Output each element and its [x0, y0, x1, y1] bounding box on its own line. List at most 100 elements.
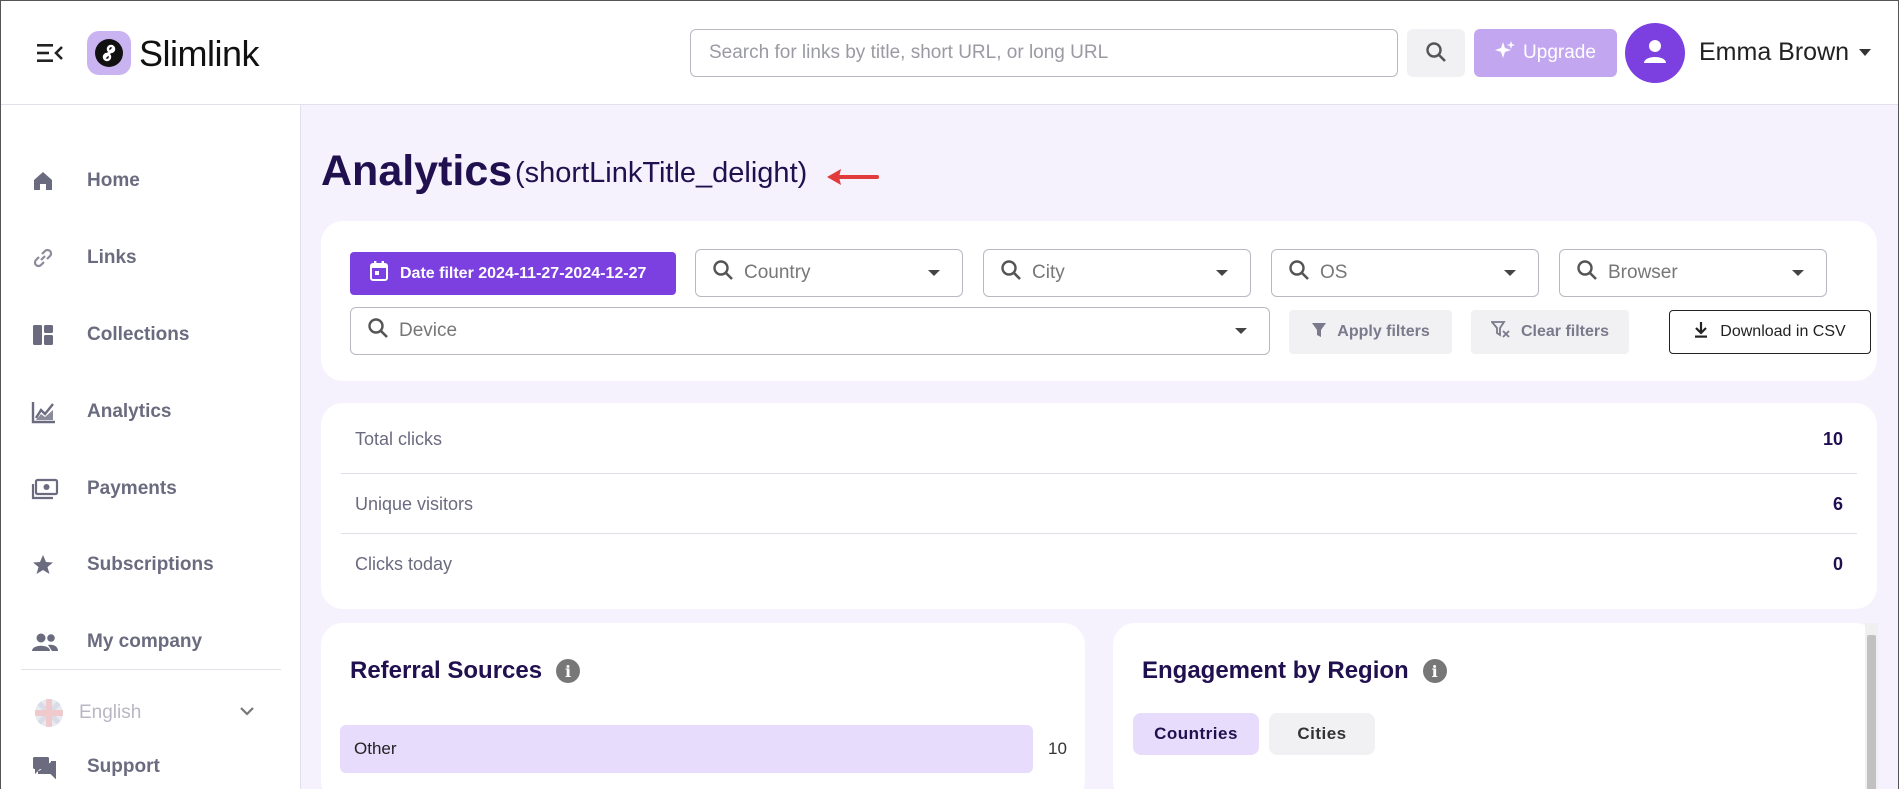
user-menu-caret-icon[interactable]	[1859, 49, 1871, 56]
search-icon	[367, 317, 389, 345]
referral-row-label: Other	[354, 739, 397, 758]
device-select[interactable]: Device	[350, 307, 1270, 355]
date-filter-button[interactable]: Date filter 2024-11-27-2024-12-27	[350, 252, 676, 295]
sidebar: Home Links Collections Analytics Payment…	[1, 105, 301, 789]
download-csv-button[interactable]: Download in CSV	[1669, 310, 1871, 354]
search-icon	[712, 259, 734, 287]
date-filter-label: Date filter 2024-11-27-2024-12-27	[400, 264, 647, 282]
referral-row-count: 10	[1048, 739, 1067, 758]
scrollbar[interactable]	[1865, 623, 1878, 789]
country-select[interactable]: Country	[695, 249, 963, 297]
sidebar-item-links[interactable]: Links	[31, 238, 281, 278]
stat-row-clicks-today: Clicks today 0	[341, 534, 1857, 594]
analytics-icon	[31, 398, 69, 426]
calendar-icon	[370, 261, 388, 286]
download-icon	[1694, 321, 1708, 343]
stat-name: Clicks today	[355, 553, 453, 574]
sparkle-icon	[1495, 40, 1516, 66]
city-select[interactable]: City	[983, 249, 1251, 297]
sidebar-item-label: Subscriptions	[87, 554, 214, 575]
people-icon	[31, 628, 69, 656]
sidebar-item-home[interactable]: Home	[31, 161, 281, 201]
sidebar-item-label: Analytics	[87, 401, 172, 422]
scrollbar-thumb[interactable]	[1867, 635, 1876, 789]
browser-select-label: Browser	[1608, 262, 1678, 283]
referral-row-bar: Other	[340, 725, 1033, 773]
search-icon	[1000, 259, 1022, 287]
caret-down-icon	[1504, 270, 1516, 276]
browser-select[interactable]: Browser	[1559, 249, 1827, 297]
star-icon	[31, 551, 69, 579]
download-csv-label: Download in CSV	[1720, 323, 1846, 340]
search-button[interactable]	[1407, 29, 1465, 77]
sidebar-item-support[interactable]: Support	[31, 747, 281, 787]
stat-row-unique-visitors: Unique visitors 6	[341, 474, 1857, 534]
sidebar-divider	[21, 669, 281, 670]
uk-flag-icon	[35, 699, 63, 727]
logo-text[interactable]: Slimlink	[139, 33, 260, 75]
menu-collapse-icon[interactable]	[37, 43, 63, 63]
search-input[interactable]	[690, 29, 1398, 77]
sidebar-item-subscriptions[interactable]: Subscriptions	[31, 545, 281, 585]
search-icon	[1288, 259, 1310, 287]
apply-filters-button[interactable]: Apply filters	[1289, 310, 1452, 354]
caret-down-icon	[1216, 270, 1228, 276]
filter-clear-icon	[1490, 320, 1511, 344]
sidebar-item-label: Links	[87, 247, 137, 268]
referral-sources-title: Referral Sources i	[350, 657, 581, 685]
page-subtitle: (shortLinkTitle_delight)	[515, 157, 808, 189]
language-selector[interactable]: English	[35, 693, 265, 733]
upgrade-label: Upgrade	[1523, 42, 1596, 63]
collections-icon	[31, 321, 69, 349]
country-select-label: Country	[744, 262, 811, 283]
chat-icon	[31, 753, 69, 781]
caret-down-icon	[928, 270, 940, 276]
avatar[interactable]	[1625, 23, 1685, 83]
os-select[interactable]: OS	[1271, 249, 1539, 297]
payments-icon	[31, 475, 69, 503]
stat-value: 0	[1832, 553, 1843, 574]
engagement-title: Engagement by Region i	[1142, 657, 1447, 685]
apply-filters-label: Apply filters	[1337, 323, 1430, 340]
page-title: Analytics	[321, 147, 513, 195]
caret-down-icon	[1235, 328, 1247, 334]
sidebar-item-label: Home	[87, 170, 140, 191]
panel-title-text: Referral Sources	[350, 657, 543, 684]
tab-cities[interactable]: Cities	[1269, 713, 1375, 755]
clear-filters-button[interactable]: Clear filters	[1471, 310, 1629, 354]
info-icon[interactable]: i	[556, 659, 581, 683]
engagement-by-region-panel: Engagement by Region i Countries Cities	[1113, 623, 1877, 789]
sidebar-item-label: Support	[87, 756, 160, 777]
sidebar-item-label: Collections	[87, 324, 190, 345]
os-select-label: OS	[1320, 262, 1348, 283]
stat-value: 6	[1832, 493, 1843, 514]
clear-filters-label: Clear filters	[1520, 323, 1610, 340]
arrow-left-icon	[823, 165, 879, 194]
link-icon	[31, 244, 69, 272]
tab-countries[interactable]: Countries	[1133, 713, 1259, 755]
upgrade-button[interactable]: Upgrade	[1474, 29, 1617, 77]
city-select-label: City	[1032, 262, 1065, 283]
sidebar-item-my-company[interactable]: My company	[31, 622, 281, 662]
home-icon	[31, 167, 69, 195]
referral-sources-panel: Referral Sources i Other 10	[321, 623, 1085, 789]
stat-name: Unique visitors	[355, 493, 474, 514]
stats-card: Total clicks 10 Unique visitors 6 Clicks…	[321, 403, 1877, 609]
panel-title-text: Engagement by Region	[1142, 657, 1409, 684]
sidebar-item-collections[interactable]: Collections	[31, 315, 281, 355]
sidebar-item-payments[interactable]: Payments	[31, 469, 281, 509]
sidebar-item-analytics[interactable]: Analytics	[31, 392, 281, 432]
top-header: Slimlink Upgrade Emma Brown	[1, 1, 1898, 105]
stat-value: 10	[1822, 428, 1843, 449]
main-content: Analytics (shortLinkTitle_delight) Date …	[301, 105, 1898, 789]
sidebar-item-label: My company	[87, 631, 203, 652]
filter-icon	[1311, 322, 1327, 343]
stat-name: Total clicks	[355, 428, 443, 449]
logo-icon[interactable]	[87, 31, 131, 75]
user-name[interactable]: Emma Brown	[1699, 38, 1849, 67]
caret-down-icon	[1792, 270, 1804, 276]
info-icon[interactable]: i	[1422, 659, 1447, 683]
search-icon	[1576, 259, 1598, 287]
language-label: English	[79, 702, 142, 723]
search-icon	[1425, 41, 1447, 66]
